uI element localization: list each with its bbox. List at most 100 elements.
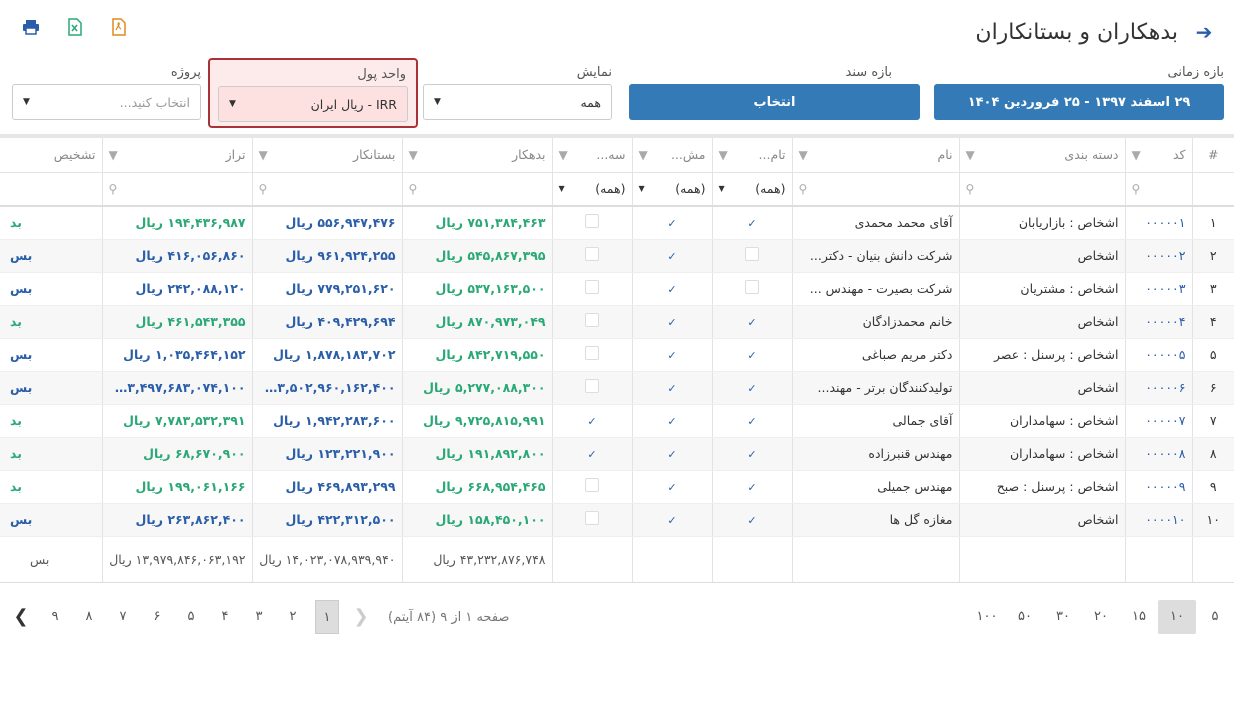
- page-size-option[interactable]: ۵: [1196, 600, 1234, 634]
- col-header-name[interactable]: نام ▼: [791, 138, 959, 173]
- checkbox-cell[interactable]: ✓: [631, 470, 712, 504]
- filter-cell-s[interactable]: (همه) ▼: [551, 172, 632, 207]
- filter-icon[interactable]: ▼: [409, 148, 418, 162]
- page-button[interactable]: ۶: [140, 600, 174, 634]
- checkbox[interactable]: ✓: [665, 217, 679, 231]
- filter-cell-t[interactable]: (همه) ▼: [711, 172, 792, 207]
- col-header-creditor[interactable]: بستانکار ▼: [251, 138, 402, 173]
- period-button[interactable]: ۲۹ اسفند ۱۳۹۷ - ۲۵ فروردین ۱۴۰۴: [934, 84, 1224, 120]
- checkbox[interactable]: [585, 247, 599, 261]
- filter-cell-category[interactable]: ⚲: [958, 172, 1125, 207]
- filter-icon[interactable]: ▼: [639, 148, 648, 162]
- checkbox-cell[interactable]: ✓: [711, 206, 792, 240]
- page-button[interactable]: ۷: [106, 600, 140, 634]
- checkbox-cell[interactable]: ✓: [711, 437, 792, 471]
- checkbox-cell[interactable]: [551, 206, 632, 240]
- page-size-option[interactable]: ۵۰: [1006, 600, 1044, 634]
- checkbox-cell[interactable]: ✓: [631, 305, 712, 339]
- page-size-option[interactable]: ۱۰: [1158, 600, 1196, 634]
- checkbox[interactable]: ✓: [745, 514, 759, 528]
- checkbox-cell[interactable]: ✓: [631, 404, 712, 438]
- row-code-link[interactable]: ۰۰۰۰۰۹: [1124, 470, 1192, 504]
- col-header-balance[interactable]: تراز ▼: [101, 138, 252, 173]
- page-button[interactable]: ۸: [72, 600, 106, 634]
- page-button[interactable]: ۳: [242, 600, 276, 634]
- checkbox[interactable]: [585, 379, 599, 393]
- checkbox-cell[interactable]: ✓: [631, 338, 712, 372]
- filter-icon[interactable]: ▼: [109, 148, 118, 162]
- filter-cell-name[interactable]: ⚲: [791, 172, 959, 207]
- project-select[interactable]: انتخاب کنید... ▼: [12, 84, 201, 120]
- filter-icon[interactable]: ▼: [559, 148, 568, 162]
- checkbox[interactable]: ✓: [665, 514, 679, 528]
- checkbox-cell[interactable]: ✓: [631, 437, 712, 471]
- checkbox[interactable]: [745, 247, 759, 261]
- col-header-code[interactable]: کد ▼: [1124, 138, 1192, 173]
- checkbox-cell[interactable]: ✓: [631, 272, 712, 306]
- checkbox[interactable]: ✓: [745, 481, 759, 495]
- checkbox-cell[interactable]: ✓: [551, 404, 632, 438]
- row-code-link[interactable]: ۰۰۰۰۱۰: [1124, 503, 1192, 537]
- checkbox-cell[interactable]: ✓: [711, 503, 792, 537]
- checkbox[interactable]: ✓: [665, 415, 679, 429]
- checkbox[interactable]: ✓: [745, 382, 759, 396]
- row-code-link[interactable]: ۰۰۰۰۰۲: [1124, 239, 1192, 273]
- page-size-option[interactable]: ۲۰: [1082, 600, 1120, 634]
- checkbox[interactable]: ✓: [665, 481, 679, 495]
- currency-select[interactable]: IRR - ریال ایران ▼: [218, 86, 408, 122]
- row-code-link[interactable]: ۰۰۰۰۰۸: [1124, 437, 1192, 471]
- checkbox-cell[interactable]: ✓: [711, 404, 792, 438]
- back-arrow-icon[interactable]: ➔: [1192, 20, 1216, 44]
- checkbox[interactable]: [585, 313, 599, 327]
- row-code-link[interactable]: ۰۰۰۰۰۷: [1124, 404, 1192, 438]
- checkbox-cell[interactable]: ✓: [631, 371, 712, 405]
- checkbox[interactable]: ✓: [585, 448, 599, 462]
- checkbox[interactable]: [585, 280, 599, 294]
- filter-icon[interactable]: ▼: [719, 148, 728, 162]
- table-row[interactable]: ۷ ۰۰۰۰۰۷ اشخاص : سهامداران آقای جمالی ✓ ✓ ✓ ۹,۷…: [0, 404, 1234, 438]
- page-button[interactable]: ۵: [174, 600, 208, 634]
- table-row[interactable]: ۲ ۰۰۰۰۰۲ اشخاص شرکت دانش بنیان - دکتر... ✓ ۵۴…: [0, 239, 1234, 273]
- checkbox-cell[interactable]: [551, 305, 632, 339]
- checkbox[interactable]: [585, 478, 599, 492]
- table-row[interactable]: ۴ ۰۰۰۰۰۴ اشخاص خانم محمدزادگان ✓ ✓ ۸۷۰,۹۷۳,۰۴۹…: [0, 305, 1234, 339]
- col-header-m[interactable]: مش... ▼: [631, 138, 712, 173]
- checkbox-cell[interactable]: [551, 503, 632, 537]
- prev-page-icon[interactable]: ❯: [344, 600, 378, 634]
- checkbox[interactable]: ✓: [745, 448, 759, 462]
- checkbox-cell[interactable]: ✓: [711, 470, 792, 504]
- checkbox-cell[interactable]: [711, 272, 792, 306]
- page-button[interactable]: ۱: [315, 600, 339, 634]
- checkbox[interactable]: ✓: [745, 217, 759, 231]
- checkbox[interactable]: ✓: [665, 250, 679, 264]
- col-header-debtor[interactable]: بدهکار ▼: [401, 138, 552, 173]
- filter-cell-code[interactable]: ⚲: [1124, 172, 1192, 207]
- row-code-link[interactable]: ۰۰۰۰۰۱: [1124, 206, 1192, 240]
- checkbox[interactable]: ✓: [665, 316, 679, 330]
- checkbox-cell[interactable]: [551, 371, 632, 405]
- page-size-option[interactable]: ۱۵: [1120, 600, 1158, 634]
- col-header-category[interactable]: دسته بندی ▼: [958, 138, 1125, 173]
- checkbox[interactable]: [745, 280, 759, 294]
- checkbox[interactable]: ✓: [745, 316, 759, 330]
- checkbox[interactable]: [585, 346, 599, 360]
- row-code-link[interactable]: ۰۰۰۰۰۵: [1124, 338, 1192, 372]
- page-size-option[interactable]: ۳۰: [1044, 600, 1082, 634]
- checkbox-cell[interactable]: ✓: [631, 206, 712, 240]
- table-row[interactable]: ۳ ۰۰۰۰۰۳ اشخاص : مشتریان شرکت بصیرت - مهندس…: [0, 272, 1234, 306]
- checkbox[interactable]: ✓: [665, 283, 679, 297]
- checkbox-cell[interactable]: ✓: [711, 305, 792, 339]
- checkbox-cell[interactable]: ✓: [711, 338, 792, 372]
- checkbox-cell[interactable]: ✓: [631, 503, 712, 537]
- checkbox[interactable]: ✓: [745, 349, 759, 363]
- filter-cell-creditor[interactable]: ⚲: [251, 172, 402, 207]
- page-button[interactable]: ۲: [276, 600, 310, 634]
- checkbox[interactable]: ✓: [745, 415, 759, 429]
- filter-icon[interactable]: ▼: [259, 148, 268, 162]
- doc-range-button[interactable]: انتخاب: [629, 84, 920, 120]
- checkbox-cell[interactable]: [551, 470, 632, 504]
- filter-cell-balance[interactable]: ⚲: [101, 172, 252, 207]
- checkbox-cell[interactable]: ✓: [551, 437, 632, 471]
- checkbox[interactable]: [585, 511, 599, 525]
- table-row[interactable]: ۸ ۰۰۰۰۰۸ اشخاص : سهامداران مهندس قنبرزاده ✓ ✓…: [0, 437, 1234, 471]
